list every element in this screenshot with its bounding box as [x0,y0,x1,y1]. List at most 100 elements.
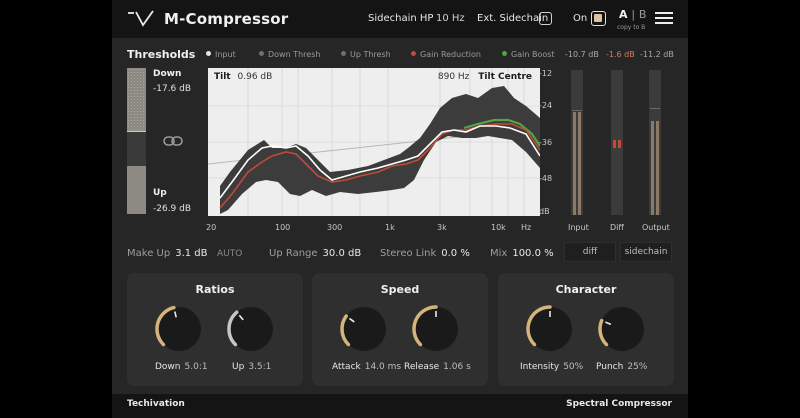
ab-a-label[interactable]: A [619,8,628,21]
tilt-value[interactable]: 0.96 dB [238,72,273,82]
auto-button[interactable]: AUTO [217,249,242,259]
plugin-title: M-Compressor [164,10,289,28]
thresholds-label: Thresholds [127,48,196,61]
freq-label-hz: Hz [521,223,532,232]
on-indicator [594,14,602,22]
ratios-panel: Ratios Down 5.0:1 Up 3.5:1 [127,273,303,386]
release-value[interactable]: 1.06 s [443,362,471,372]
tilt-centre-value[interactable]: 890 Hz [438,72,470,82]
input-meter-readout: -10.7 dB [565,50,599,59]
punch-label: Punch [596,362,624,372]
freq-label-300: 300 [327,223,343,232]
legend-up-thresh: Up Thresh [341,50,391,59]
punch-value[interactable]: 25% [627,362,647,372]
ratio-up-readout: Up 3.5:1 [232,362,271,372]
up-range-value[interactable]: 30.0 dB [323,248,362,259]
speed-title: Speed [380,283,420,296]
intensity-value[interactable]: 50% [563,362,583,372]
sidechain-hp-value[interactable]: 10 Hz [436,13,465,24]
menu-icon[interactable] [655,12,673,27]
diff-meter [611,70,623,215]
character-panel: Character Intensity 50% Punch 25% [498,273,674,386]
stereo-link-label: Stereo Link [380,248,437,259]
ratio-down-knob[interactable] [151,301,207,357]
ext-sidechain-label: Ext. Sidechain [477,13,549,24]
ab-b-label[interactable]: B [639,8,647,21]
on-label: On [573,13,588,24]
ratio-up-knob[interactable] [223,301,279,357]
makeup-param[interactable]: Make Up 3.1 dB [127,248,208,259]
intensity-knob[interactable] [522,301,578,357]
ext-sidechain-checkbox[interactable] [539,12,552,25]
legend-gain-boost-dot [502,51,507,56]
plugin-window: M-Compressor Sidechain HP 10 Hz Ext. Sid… [112,0,688,418]
input-meter [571,70,583,215]
stereo-link-value[interactable]: 0.0 % [441,248,470,259]
diff-meter-label: Diff [610,223,624,232]
ratios-title: Ratios [195,283,235,296]
on-toggle[interactable] [591,11,606,26]
up-range-label: Up Range [269,248,318,259]
ratio-down-label: Down [155,362,181,372]
output-meter-left [651,121,654,215]
db-label-36: -36 [539,138,553,147]
ab-switch[interactable]: A | B [619,8,646,21]
intensity-readout: Intensity 50% [520,362,583,372]
freq-label-1k: 1k [385,223,395,232]
diff-meter-right-indicator [618,140,621,148]
attack-readout: Attack 14.0 ms [332,362,401,372]
copy-ab-button[interactable]: copy to B [617,24,645,31]
down-threshold-value[interactable]: -17.6 dB [153,84,191,94]
logo-icon [128,10,154,27]
legend-down-thresh-dot [259,51,264,56]
db-label-24: -24 [539,101,553,110]
diff-meter-left-indicator [613,140,616,148]
input-meter-label: Input [568,223,589,232]
makeup-value[interactable]: 3.1 dB [175,248,207,259]
down-threshold-fill[interactable] [127,68,146,131]
ratio-down-readout: Down 5.0:1 [155,362,208,372]
up-threshold-value[interactable]: -26.9 dB [153,204,191,214]
diff-button[interactable]: diff [564,242,616,262]
freq-label-10k: 10k [491,223,506,232]
punch-knob[interactable] [594,301,650,357]
link-icon[interactable] [163,134,183,148]
stereo-link-param[interactable]: Stereo Link 0.0 % [380,248,470,259]
ab-separator: | [631,8,636,21]
tilt-label: Tilt [214,72,231,82]
down-threshold-label: Down [153,69,182,79]
freq-label-3k: 3k [437,223,447,232]
diff-meter-readout: -1.6 dB [606,50,635,59]
tilt-centre-readout[interactable]: 890 Hz Tilt Centre [438,72,532,82]
legend-gain-reduction-dot [411,51,416,56]
spectrum-graph[interactable]: Tilt 0.96 dB 890 Hz Tilt Centre [208,68,540,216]
up-range-param[interactable]: Up Range 30.0 dB [269,248,361,259]
release-readout: Release 1.06 s [404,362,471,372]
legend-input: Input [206,50,236,59]
release-label: Release [404,362,440,372]
up-threshold-fill[interactable] [127,166,146,214]
db-label-unit: dB [539,207,550,216]
output-meter [649,70,661,215]
db-label-12: -12 [539,69,553,78]
up-threshold-label: Up [153,188,167,198]
attack-value[interactable]: 14.0 ms [365,362,401,372]
mix-param[interactable]: Mix 100.0 % [490,248,554,259]
character-title: Character [555,283,617,296]
spectrum-svg [208,68,540,216]
mix-label: Mix [490,248,508,259]
db-label-48: -48 [539,174,553,183]
footer-bar: Techivation Spectral Compressor [112,394,688,418]
threshold-slider[interactable] [127,68,146,214]
mix-value[interactable]: 100.0 % [512,248,553,259]
sidechain-hp-label: Sidechain HP [368,13,434,24]
sidechain-button[interactable]: sidechain [620,242,672,262]
attack-knob[interactable] [336,301,392,357]
input-meter-peak [572,110,582,111]
release-knob[interactable] [408,301,464,357]
tilt-readout[interactable]: Tilt 0.96 dB [214,72,272,82]
ratio-down-value[interactable]: 5.0:1 [185,362,208,372]
freq-label-100: 100 [275,223,291,232]
down-threshold-handle[interactable] [127,131,146,132]
ratio-up-value[interactable]: 3.5:1 [248,362,271,372]
